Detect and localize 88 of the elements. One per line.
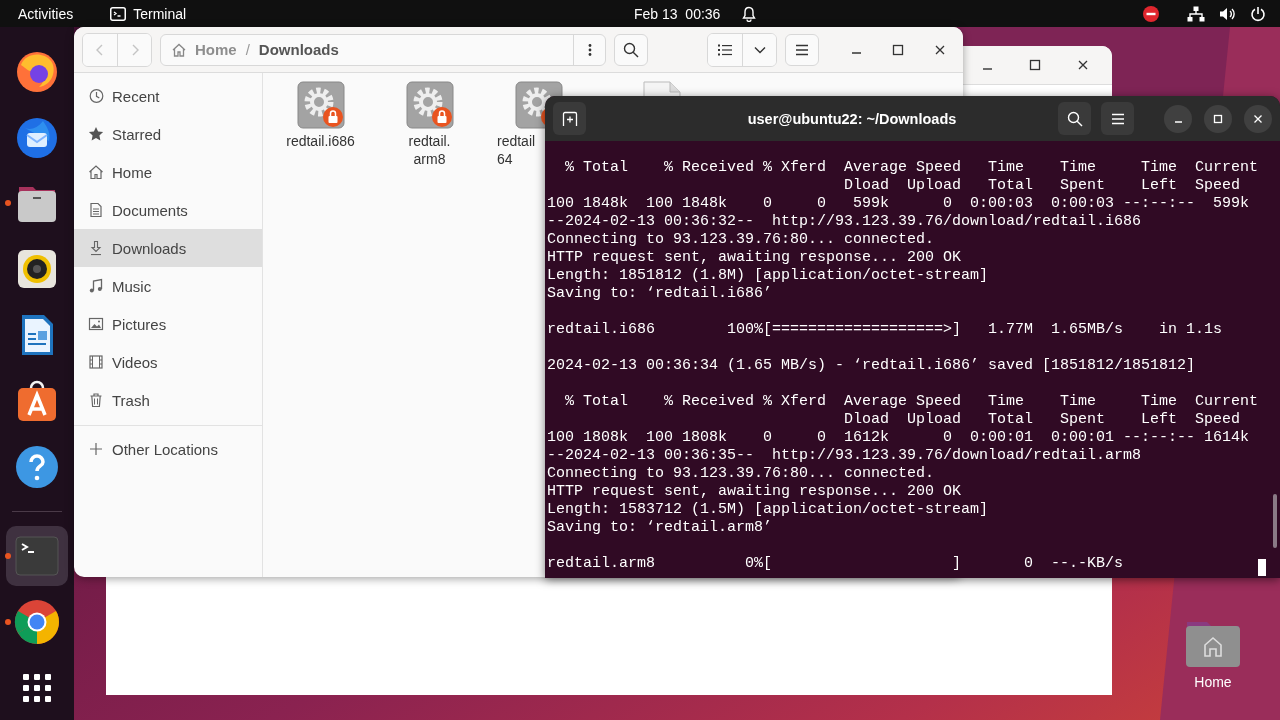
star-icon <box>88 126 104 142</box>
terminal-line: Length: 1583712 (1.5M) [application/octet-stream] <box>547 501 989 519</box>
minimize-icon <box>982 67 992 70</box>
menu-button[interactable] <box>785 33 819 66</box>
download-icon <box>88 240 104 256</box>
sidebar-item[interactable]: Other Locations <box>74 430 262 468</box>
file-name[interactable]: redtail 64 <box>497 132 536 168</box>
sidebar-item[interactable]: Home <box>74 153 262 191</box>
terminal-line: Saving to: ‘redtail.arm8’ <box>547 519 773 537</box>
bell-icon <box>742 5 757 22</box>
terminal-line: redtail.i686 100%[===================>] 1.77M 1.65MB/s in 1.1s <box>547 321 1223 339</box>
home-icon <box>171 41 187 58</box>
terminal-line: Dload Upload Total Spent Left Speed <box>843 411 1241 429</box>
scrollbar[interactable] <box>1273 494 1277 548</box>
activities-button[interactable]: Activities <box>18 5 74 22</box>
running-indicator <box>5 553 11 559</box>
terminal-line: 100 1848k 100 1848k 0 0 599k 0 0:00:03 0:00:03 --:--:-- 599k <box>547 195 1250 213</box>
sidebar-item[interactable]: Downloads <box>74 229 262 267</box>
terminal-line: --2024-02-13 00:36:32-- http://93.123.39.76/download/redtail.i686 <box>547 213 1142 231</box>
chevron-left-icon <box>95 42 105 57</box>
kebab-icon <box>587 42 592 57</box>
network-icon[interactable] <box>1187 5 1205 22</box>
search-button[interactable] <box>1058 102 1091 135</box>
picture-icon <box>88 316 104 332</box>
terminal-line: Connecting to 93.123.39.76:80... connected. <box>547 231 935 249</box>
path-crumb[interactable]: Downloads <box>254 41 343 58</box>
search-icon <box>623 41 639 58</box>
terminal-line: Saving to: ‘redtail.i686’ <box>547 285 773 303</box>
new-tab-icon <box>561 110 578 127</box>
sidebar-item[interactable]: Starred <box>74 115 262 153</box>
terminal-line: --2024-02-13 00:36:35-- http://93.123.39.76/download/redtail.arm8 <box>547 447 1142 465</box>
clock[interactable]: Feb 13 00:36 <box>634 5 721 22</box>
terminal-line: redtail.arm8 0%[ ] 0 --.-KB/s <box>547 555 1124 573</box>
terminal-line: HTTP request sent, awaiting response... 200 OK <box>547 483 962 501</box>
terminal-line: Connecting to 93.123.39.76:80... connected. <box>547 465 935 483</box>
close-icon <box>1077 59 1089 71</box>
path-separator: / <box>245 41 250 58</box>
power-icon[interactable] <box>1250 5 1266 22</box>
file-name[interactable]: redtail.i686 <box>286 132 355 150</box>
menu-icon <box>1110 112 1125 125</box>
terminal-line: 2024-02-13 00:36:34 (1.65 MB/s) - ‘redtail.i686’ saved [1851812/1851812] <box>547 357 1196 375</box>
search-button[interactable] <box>614 33 648 66</box>
maximize-icon <box>1213 113 1223 124</box>
close-button[interactable] <box>1244 104 1272 133</box>
sidebar-item[interactable]: Music <box>74 267 262 305</box>
close-icon <box>934 43 946 56</box>
desktop-icon-label[interactable]: Home <box>1194 674 1232 690</box>
text-cursor <box>1258 559 1266 576</box>
window-title: user@ubuntu22: ~/Downloads <box>746 110 958 127</box>
terminal-line: Length: 1851812 (1.8M) [application/octet-stream] <box>547 267 989 285</box>
music-note-icon <box>88 278 104 294</box>
menu-icon <box>795 43 809 56</box>
minimize-icon <box>1174 121 1182 123</box>
document-icon <box>88 202 104 218</box>
minimize-icon <box>851 52 861 54</box>
caret-icon <box>753 45 766 54</box>
terminal-line: Dload Upload Total Spent Left Speed <box>843 177 1241 195</box>
running-indicator <box>5 619 11 625</box>
menu-button[interactable] <box>1101 102 1134 135</box>
do-not-disturb-icon[interactable] <box>1143 5 1159 22</box>
maximize-button[interactable] <box>1204 104 1232 133</box>
terminal-line: HTTP request sent, awaiting response... 200 OK <box>547 249 962 267</box>
volume-icon[interactable] <box>1219 5 1236 22</box>
sidebar-item[interactable]: Trash <box>74 381 262 419</box>
new-tab-button[interactable] <box>553 102 586 135</box>
sidebar-item[interactable]: Documents <box>74 191 262 229</box>
sidebar-item[interactable]: Videos <box>74 343 262 381</box>
film-icon <box>88 354 104 370</box>
plus-icon <box>88 441 104 457</box>
sidebar-item[interactable]: Recent <box>74 77 262 115</box>
close-icon <box>1253 113 1263 124</box>
terminal-line: % Total % Received % Xferd Average Speed Time Time Time Current <box>564 159 1259 177</box>
terminal-line: 100 1808k 100 1808k 0 0 1612k 0 0:00:01 0:00:01 --:--:-- 1614k <box>547 429 1250 447</box>
file-name[interactable]: redtail. arm8 <box>408 132 451 168</box>
terminal-line: % Total % Received % Xferd Average Speed Time Time Time Current <box>564 393 1259 411</box>
running-indicator <box>5 200 11 206</box>
maximize-icon <box>892 43 904 56</box>
maximize-icon <box>1029 59 1041 71</box>
browser-icon <box>13 598 61 646</box>
search-icon <box>1066 110 1083 127</box>
list-icon <box>718 43 732 56</box>
app-menu[interactable]: Terminal <box>133 5 187 22</box>
help-icon <box>13 443 61 491</box>
trash-icon <box>88 392 104 408</box>
home-icon <box>88 164 104 180</box>
terminal-icon <box>110 6 127 21</box>
sidebar-item[interactable]: Pictures <box>74 305 262 343</box>
clock-icon <box>88 88 104 104</box>
